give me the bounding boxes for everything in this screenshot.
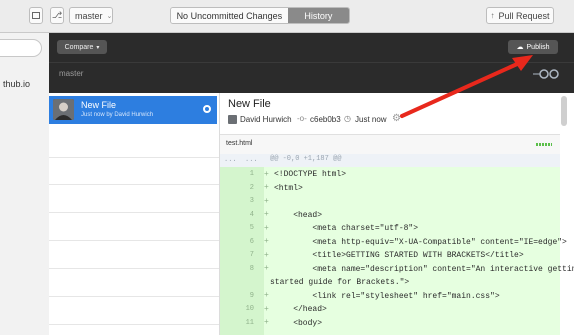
list-divider xyxy=(49,268,219,269)
branch-select[interactable]: master ⌄ xyxy=(69,7,113,24)
hunk-ellipsis-new: ... xyxy=(245,156,258,164)
commit-marker-icon xyxy=(203,105,211,113)
added-marker: + xyxy=(264,223,269,233)
diffstat-bar xyxy=(536,143,552,146)
line-number: 8 xyxy=(249,264,254,273)
hunk-header: ... ... @@ -0,0 +1,187 @@ xyxy=(220,154,560,167)
sidebar-filter-input[interactable] xyxy=(0,39,42,57)
line-number: 3 xyxy=(249,197,254,205)
list-divider xyxy=(49,296,219,297)
code-line: <meta http-equiv="X-UA-Compatible" conte… xyxy=(274,237,567,247)
current-branch-label: master xyxy=(59,69,84,78)
added-marker: + xyxy=(264,183,269,192)
chevron-down-icon: ⌄ xyxy=(106,12,113,20)
line-number: 11 xyxy=(245,318,254,327)
line-number: 5 xyxy=(249,224,254,232)
branch-icon: ⎇ xyxy=(51,10,63,20)
code-line: <title>GETTING STARTED WITH BRACKETS</ti… xyxy=(274,251,524,260)
sidebar-toggle-icon xyxy=(32,12,40,19)
publish-label: Publish xyxy=(526,43,550,51)
commit-list-item[interactable]: New File Just now by David Hurwich xyxy=(49,96,217,124)
line-number: 6 xyxy=(249,237,254,246)
user-silhouette-icon xyxy=(53,99,74,120)
commit-sha-icon: -o- xyxy=(297,114,307,123)
line-number: 10 xyxy=(245,305,254,313)
publish-button[interactable]: ☁ Publish xyxy=(508,40,558,54)
pull-request-icon: ↑ xyxy=(490,11,495,20)
cloud-upload-icon: ☁ xyxy=(516,44,524,51)
code-line: <head> xyxy=(274,210,323,220)
file-header[interactable]: test.html xyxy=(220,134,560,156)
list-divider xyxy=(49,240,219,241)
clock-icon: ◷ xyxy=(344,114,351,123)
code-line: started guide for Brackets."> xyxy=(270,278,410,287)
branch-icon-button[interactable]: ⎇ xyxy=(50,7,64,24)
commit-time: Just now xyxy=(355,115,387,124)
list-divider xyxy=(49,157,219,158)
hunk-range: @@ -0,0 +1,187 @@ xyxy=(270,155,342,163)
code-line: <meta name="description" content="An int… xyxy=(274,264,574,274)
line-number: 9 xyxy=(249,291,254,300)
line-number: 7 xyxy=(249,251,254,259)
branch-header xyxy=(49,33,574,93)
list-divider xyxy=(49,184,219,185)
commit-title: New File xyxy=(228,98,271,110)
added-marker: + xyxy=(264,304,269,314)
added-marker: + xyxy=(264,318,269,327)
line-number: 1 xyxy=(249,170,254,178)
commit-item-subtitle: Just now by David Hurwich xyxy=(81,112,154,118)
added-marker: + xyxy=(264,210,269,219)
added-marker: + xyxy=(264,169,269,179)
added-marker: + xyxy=(264,291,269,300)
chevron-down-icon: ▾ xyxy=(96,44,100,51)
compare-label: Compare xyxy=(64,43,94,51)
added-marker: + xyxy=(264,237,269,246)
detail-scrollbar[interactable] xyxy=(561,96,567,126)
code-line: <html> xyxy=(274,183,303,193)
code-line: <link rel="stylesheet" href="main.css"> xyxy=(274,291,500,301)
added-marker: + xyxy=(264,264,269,273)
pull-request-button[interactable]: ↑ Pull Request xyxy=(486,7,554,24)
gear-icon[interactable]: ⚙ xyxy=(392,113,401,124)
compare-button[interactable]: Compare ▾ xyxy=(57,40,107,54)
code-line: </head> xyxy=(274,305,327,314)
sidebar-repo-name[interactable]: thub.io xyxy=(3,79,30,89)
branch-select-label: master xyxy=(75,10,103,21)
tab-history[interactable]: History xyxy=(287,8,349,23)
line-number: 4 xyxy=(249,210,254,219)
hunk-ellipsis-old: ... xyxy=(224,156,237,164)
commit-author: David Hurwich xyxy=(240,115,292,124)
branch-graph-icon xyxy=(533,69,559,79)
sidebar-toggle-button[interactable] xyxy=(29,7,43,24)
pull-request-label: Pull Request xyxy=(498,10,550,21)
view-segmented-control: No Uncommitted Changes History xyxy=(170,7,350,24)
avatar xyxy=(53,99,74,120)
author-avatar xyxy=(228,115,237,124)
code-line: <body> xyxy=(274,318,323,328)
toolbar: ⎇ master ⌄ No Uncommitted Changes Histor… xyxy=(0,0,574,33)
added-marker: + xyxy=(264,250,269,260)
code-line: <!DOCTYPE html> xyxy=(274,170,347,179)
added-marker: + xyxy=(264,196,269,206)
line-number: 2 xyxy=(249,183,254,192)
list-divider xyxy=(49,324,219,325)
commit-list: New File Just now by David Hurwich xyxy=(49,93,220,335)
list-divider xyxy=(49,212,219,213)
header-divider xyxy=(49,62,574,63)
tab-uncommitted-changes[interactable]: No Uncommitted Changes xyxy=(171,8,288,23)
file-name: test.html xyxy=(226,140,253,147)
code-line: <meta charset="utf-8"> xyxy=(274,224,419,233)
commit-item-title: New File xyxy=(81,100,117,110)
commit-sha[interactable]: c6eb0b3 xyxy=(310,115,341,124)
